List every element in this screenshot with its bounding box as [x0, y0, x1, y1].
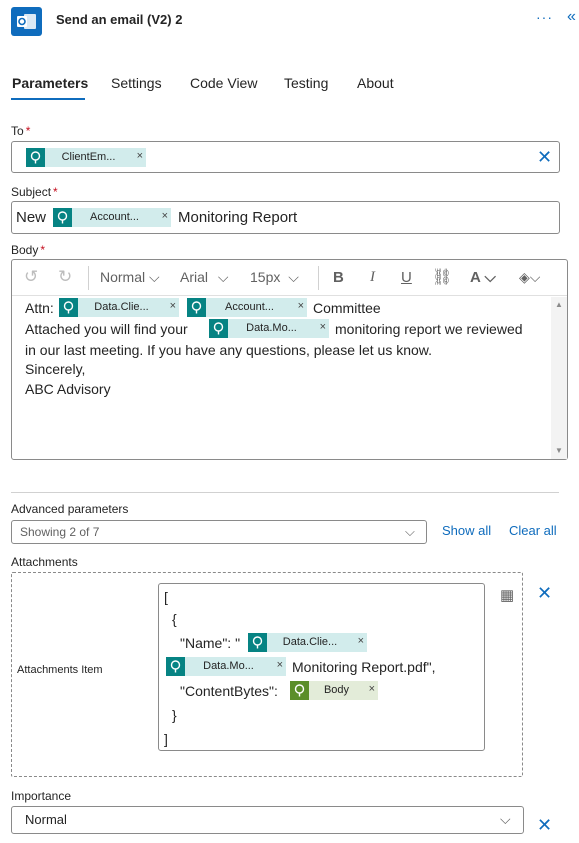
- chevron-down-icon: ⌵: [500, 811, 511, 827]
- underline-button[interactable]: U: [401, 269, 412, 286]
- to-label: To *: [11, 124, 31, 138]
- body-line3: in our last meeting. If you have any que…: [25, 342, 433, 358]
- tab-settings[interactable]: Settings: [111, 75, 162, 91]
- chevron-down-icon: ⌵: [529, 269, 541, 285]
- body-line2-prefix: Attached you will find your: [25, 321, 188, 337]
- importance-select[interactable]: [11, 806, 524, 834]
- body-line4: Sincerely,: [25, 361, 86, 377]
- body-line2-suffix: monitoring report we reviewed: [335, 321, 523, 337]
- remove-token-icon[interactable]: ×: [320, 321, 326, 333]
- italic-button[interactable]: I: [370, 269, 375, 286]
- variable-icon: [209, 319, 228, 338]
- remove-token-icon[interactable]: ×: [170, 300, 176, 312]
- font-style-select[interactable]: Normal ⌵: [100, 269, 160, 286]
- scroll-down-icon[interactable]: ▼: [555, 446, 563, 455]
- variable-icon: [290, 681, 309, 700]
- body-line1-prefix: Attn:: [25, 300, 54, 316]
- tab-parameters[interactable]: Parameters: [12, 75, 88, 91]
- active-tab-indicator: [11, 98, 85, 100]
- variable-icon: [248, 633, 267, 652]
- chevron-down-icon: ⌵: [217, 269, 229, 285]
- subject-token[interactable]: Account... ×: [53, 208, 171, 227]
- importance-value: Normal: [25, 812, 67, 827]
- remove-importance-icon[interactable]: ✕: [537, 816, 552, 834]
- body-label: Body *: [11, 243, 46, 257]
- undo-icon[interactable]: ↺: [24, 267, 38, 287]
- body-line5: ABC Advisory: [25, 381, 111, 397]
- chevron-down-icon: ⌵: [405, 524, 415, 539]
- to-token[interactable]: ClientEm... ×: [26, 148, 146, 167]
- variable-icon: [166, 657, 185, 676]
- tab-about[interactable]: About: [357, 75, 394, 91]
- redo-icon[interactable]: ↻: [58, 267, 72, 287]
- clear-all-link[interactable]: Clear all: [509, 523, 557, 538]
- subject-label: Subject *: [11, 185, 58, 199]
- outlook-icon: [11, 7, 42, 36]
- show-all-link[interactable]: Show all: [442, 523, 491, 538]
- variable-icon: [53, 208, 72, 227]
- body-token-client[interactable]: Data.Clie... ×: [59, 298, 179, 317]
- variable-icon: [187, 298, 206, 317]
- tab-code-view[interactable]: Code View: [190, 75, 257, 91]
- remove-token-icon[interactable]: ×: [358, 635, 364, 647]
- chevron-down-icon: ⌵: [484, 269, 496, 286]
- attachments-item-label: Attachments Item: [17, 664, 103, 676]
- paint-bucket-icon: ◈: [519, 269, 530, 285]
- chevron-down-icon: ⌵: [149, 269, 160, 285]
- action-title: Send an email (V2) 2: [56, 12, 183, 27]
- clear-to-icon[interactable]: ✕: [537, 148, 552, 166]
- section-divider: [11, 492, 559, 493]
- attachments-label: Attachments: [11, 555, 78, 569]
- json-token-body[interactable]: Body ×: [290, 681, 378, 700]
- body-token-account[interactable]: Account... ×: [187, 298, 307, 317]
- json-name-key: "Name": ": [180, 635, 241, 651]
- bold-button[interactable]: B: [333, 269, 344, 286]
- variable-icon: [26, 148, 45, 167]
- calendar-icon[interactable]: ▦: [500, 586, 514, 604]
- remove-token-icon[interactable]: ×: [137, 150, 143, 162]
- json-name-suffix: Monitoring Report.pdf",: [292, 659, 436, 675]
- font-color-button[interactable]: A ⌵: [470, 269, 496, 286]
- link-icon[interactable]: ⛓: [432, 267, 452, 287]
- json-close-brace: }: [172, 707, 177, 723]
- body-scrollbar[interactable]: [551, 297, 567, 459]
- json-content-key: "ContentBytes":: [180, 683, 278, 699]
- tab-testing[interactable]: Testing: [284, 75, 328, 91]
- remove-token-icon[interactable]: ×: [277, 659, 283, 671]
- font-size-select[interactable]: 15px ⌵: [250, 269, 299, 286]
- importance-label: Importance: [11, 789, 72, 803]
- remove-token-icon[interactable]: ×: [298, 300, 304, 312]
- json-open-bracket: [: [164, 589, 168, 605]
- body-token-monitoring[interactable]: Data.Mo... ×: [209, 319, 329, 338]
- chevron-down-icon: ⌵: [288, 269, 299, 285]
- advanced-select-value: Showing 2 of 7: [20, 525, 100, 539]
- subject-prefix: New: [16, 209, 47, 226]
- double-chevron-left-icon[interactable]: «: [567, 8, 576, 26]
- variable-icon: [59, 298, 78, 317]
- scroll-up-icon[interactable]: ▲: [555, 300, 563, 309]
- toolbar-separator: [88, 266, 89, 290]
- remove-token-icon[interactable]: ×: [369, 683, 375, 695]
- subject-suffix: Monitoring Report: [178, 209, 298, 226]
- highlight-color-button[interactable]: ◈⌵: [519, 269, 540, 286]
- json-close-bracket: ]: [164, 731, 168, 747]
- toolbar-separator: [318, 266, 319, 290]
- remove-attachments-item-icon[interactable]: ✕: [537, 584, 552, 602]
- json-token-monitoring[interactable]: Data.Mo... ×: [166, 657, 286, 676]
- ellipsis-icon[interactable]: ···: [536, 9, 553, 25]
- remove-token-icon[interactable]: ×: [162, 210, 168, 222]
- body-line1-suffix: Committee: [313, 300, 381, 316]
- json-token-client[interactable]: Data.Clie... ×: [248, 633, 367, 652]
- json-open-brace: {: [172, 611, 177, 627]
- advanced-parameters-label: Advanced parameters: [11, 502, 129, 516]
- font-family-select[interactable]: Arial ⌵: [180, 269, 229, 286]
